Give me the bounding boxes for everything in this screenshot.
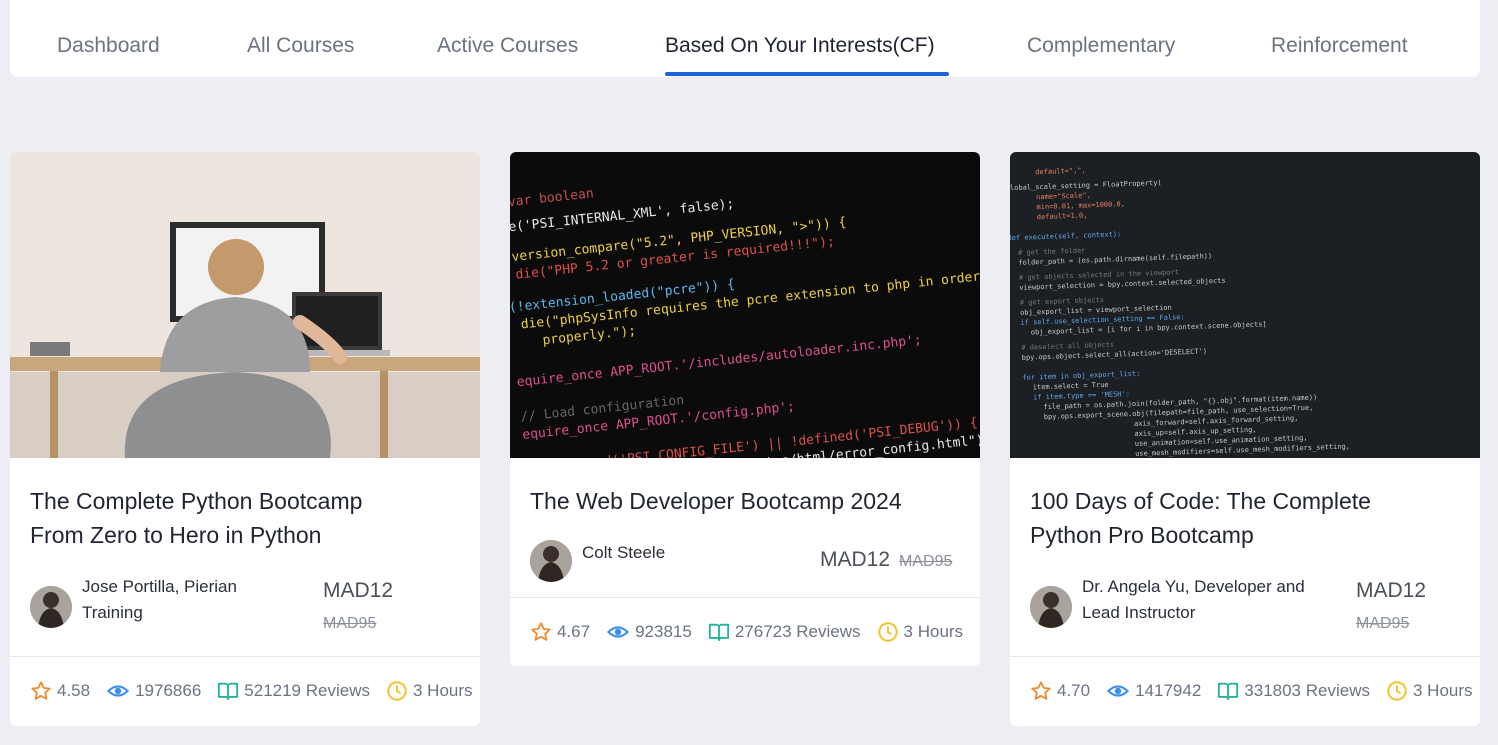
course-title-line1[interactable]: 100 Days of Code: The Complete xyxy=(1030,484,1450,518)
views-value: 1417942 xyxy=(1135,681,1202,700)
eye-icon xyxy=(607,626,630,638)
star-icon xyxy=(531,622,551,641)
rating-stat: 4.67 xyxy=(530,621,590,643)
clock-icon xyxy=(387,681,407,701)
tab-dashboard[interactable]: Dashboard xyxy=(57,33,160,59)
views-stat: 923815 xyxy=(606,621,692,643)
course-price: MAD12 xyxy=(323,579,394,602)
reviews-stat: 331803 Reviews xyxy=(1217,680,1370,702)
instructor-name: Colt Steele xyxy=(582,543,666,562)
card-divider xyxy=(10,656,480,657)
course-thumbnail[interactable]: var boolean ne('PSI_INTERNAL_XML', false… xyxy=(510,152,980,458)
duration-value: 3 Hours xyxy=(903,622,964,641)
course-stats: 4.70 1417942 331803 Reviews 3 Hours xyxy=(1030,679,1473,703)
book-icon xyxy=(708,623,729,642)
course-old-price: MAD95 xyxy=(1356,615,1410,632)
rating-stat: 4.70 xyxy=(1030,680,1090,702)
reviews-value: 521219 Reviews xyxy=(244,681,370,700)
course-title-line2[interactable]: From Zero to Hero in Python xyxy=(30,518,450,552)
clock-icon xyxy=(877,622,898,642)
reviews-value: 276723 Reviews xyxy=(734,622,861,641)
instructor-name-line2: Training xyxy=(82,603,143,622)
views-value: 923815 xyxy=(635,622,692,641)
card-divider xyxy=(1010,656,1480,657)
book-icon xyxy=(1218,682,1239,701)
course-stats: 4.67 923815 276723 Reviews 3 Hours xyxy=(530,620,963,644)
tab-reinforcement[interactable]: Reinforcement xyxy=(1271,33,1408,59)
reviews-stat: 521219 Reviews xyxy=(217,680,370,702)
views-stat: 1976866 xyxy=(106,680,201,702)
course-old-price: MAD95 xyxy=(323,615,377,632)
course-thumbnail[interactable] xyxy=(10,152,480,458)
duration-stat: 3 Hours xyxy=(386,680,473,702)
book-icon xyxy=(218,682,239,701)
eye-icon xyxy=(1107,685,1130,697)
course-title-line1[interactable]: The Complete Python Bootcamp xyxy=(30,484,450,518)
star-icon xyxy=(31,681,51,700)
course-old-price: MAD95 xyxy=(899,553,953,570)
course-title-line1[interactable]: The Web Developer Bootcamp 2024 xyxy=(530,484,950,518)
course-stats: 4.58 1976866 521219 Reviews 3 Hours xyxy=(30,679,473,703)
rating-value: 4.70 xyxy=(1057,681,1091,700)
instructor-name-line1: Jose Portilla, Pierian xyxy=(82,577,237,596)
instructor-avatar xyxy=(1030,586,1072,628)
reviews-value: 331803 Reviews xyxy=(1244,681,1370,700)
course-card[interactable]: default=",", global_scale_setting = Floa… xyxy=(1010,152,1480,726)
tab-active-courses[interactable]: Active Courses xyxy=(437,33,578,59)
card-divider xyxy=(510,597,980,598)
instructor-avatar xyxy=(30,586,72,628)
reviews-stat: 276723 Reviews xyxy=(708,621,861,643)
duration-stat: 3 Hours xyxy=(1386,680,1473,702)
tab-based-on-your-interests[interactable]: Based On Your Interests(CF) xyxy=(665,33,935,59)
instructor-name-line1: Dr. Angela Yu, Developer and xyxy=(1082,577,1305,596)
views-value: 1976866 xyxy=(135,681,202,700)
rating-value: 4.58 xyxy=(57,681,91,700)
duration-value: 3 Hours xyxy=(412,681,473,700)
instructor-name-line2: Lead Instructor xyxy=(1082,603,1196,622)
tab-complementary[interactable]: Complementary xyxy=(1027,33,1175,59)
course-thumbnail[interactable]: default=",", global_scale_setting = Floa… xyxy=(1010,152,1480,458)
views-stat: 1417942 xyxy=(1106,680,1201,702)
rating-value: 4.67 xyxy=(557,622,591,641)
tab-bar: Dashboard All Courses Active Courses Bas… xyxy=(10,0,1480,77)
course-price: MAD12 xyxy=(820,548,891,571)
course-card[interactable]: var boolean ne('PSI_INTERNAL_XML', false… xyxy=(510,152,980,666)
course-card[interactable]: The Complete Python Bootcamp From Zero t… xyxy=(10,152,480,726)
star-icon xyxy=(1031,681,1051,700)
course-price: MAD12 xyxy=(1356,579,1427,602)
clock-icon xyxy=(1387,681,1407,701)
course-title-line2[interactable]: Python Pro Bootcamp xyxy=(1030,518,1450,552)
duration-stat: 3 Hours xyxy=(877,621,964,643)
rating-stat: 4.58 xyxy=(30,680,90,702)
instructor-avatar xyxy=(530,540,572,582)
active-tab-indicator xyxy=(665,72,949,76)
tab-all-courses[interactable]: All Courses xyxy=(247,33,354,59)
eye-icon xyxy=(107,685,130,697)
duration-value: 3 Hours xyxy=(1412,681,1473,700)
